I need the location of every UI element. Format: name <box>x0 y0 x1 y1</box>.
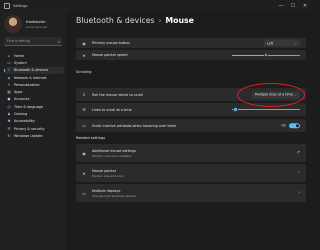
slider-thumb[interactable] <box>233 107 238 112</box>
primary-button-value: Left <box>267 41 274 45</box>
maximize-button[interactable]: ☐ <box>287 0 299 11</box>
sidebar-item-label: Bluetooth & devices <box>14 68 49 73</box>
shield-icon: ⛨ <box>7 126 11 131</box>
pointer-speed-slider[interactable] <box>232 52 300 58</box>
related-item-subtitle: Pointer size and color <box>92 173 125 178</box>
related-mouse-pointer[interactable]: ➤ Mouse pointer Pointer size and color › <box>76 164 306 182</box>
chevron-down-icon: ⌄ <box>294 41 297 45</box>
scrolling-section-header: Scrolling <box>76 70 92 74</box>
related-item-title: Additional mouse settings <box>92 148 137 153</box>
user-profile[interactable]: fredbaxter Local Account <box>4 15 47 33</box>
chevron-right-icon: › <box>298 190 300 196</box>
primary-button-row: ◉ Primary mouse button Left ⌄ <box>76 38 306 48</box>
inactive-scroll-toggle[interactable] <box>289 122 300 129</box>
sidebar-nav: ⌂ Home ▭ System ᛒ Bluetooth & devices ◈ … <box>4 52 64 140</box>
related-settings-header: Related settings <box>76 136 106 140</box>
avatar <box>4 15 22 33</box>
update-icon: ↻ <box>7 133 11 138</box>
related-item-title: Multiple displays <box>92 188 121 193</box>
lines-icon: ☰ <box>82 107 86 112</box>
sidebar-item-label: Accounts <box>14 97 30 102</box>
sidebar-item-label: Network & internet <box>14 75 47 80</box>
sidebar-item-system[interactable]: ▭ System <box>4 59 64 66</box>
page-title: Mouse <box>165 16 194 25</box>
related-additional-mouse-settings[interactable]: ◉ Additional mouse settings Pointer icon… <box>76 144 306 162</box>
home-icon: ⌂ <box>7 53 11 58</box>
sidebar-item-privacy-security[interactable]: ⛨ Privacy & security <box>4 125 64 132</box>
person-icon: ● <box>7 97 11 102</box>
sidebar-item-label: Apps <box>14 90 23 95</box>
display-icon: ▭ <box>7 60 11 65</box>
related-item-subtitle: Pointer icons and visibility <box>92 153 132 158</box>
toggle-knob <box>295 123 299 128</box>
primary-button-dropdown[interactable]: Left ⌄ <box>264 39 300 47</box>
sidebar-item-label: Privacy & security <box>14 126 45 131</box>
sidebar-item-network[interactable]: ◈ Network & internet <box>4 74 64 81</box>
inactive-scroll-label: Scroll inactive windows when hovering ov… <box>92 123 177 128</box>
accessibility-icon: ✱ <box>7 119 11 124</box>
pointer-speed-icon: ➤ <box>82 52 86 58</box>
lines-scroll-slider[interactable] <box>232 107 300 113</box>
window-icon: ▭ <box>82 123 86 128</box>
slider-thumb[interactable] <box>263 52 269 58</box>
slider-fill <box>232 54 266 56</box>
slider-track <box>232 109 300 110</box>
search-placeholder: Find a setting <box>7 39 30 43</box>
sidebar-item-accounts[interactable]: ● Accounts <box>4 96 64 103</box>
search-input[interactable]: Find a setting ⌕ <box>4 37 62 46</box>
apps-icon: ▦ <box>7 90 11 95</box>
sidebar-item-gaming[interactable]: ♟ Gaming <box>4 110 64 117</box>
brush-icon: ✎ <box>7 82 11 87</box>
breadcrumb-parent[interactable]: Bluetooth & devices <box>76 16 155 25</box>
display-icon: ▭ <box>82 190 86 196</box>
related-multiple-displays[interactable]: ▭ Multiple displays Change how windows a… <box>76 184 306 202</box>
mouse-icon: ◉ <box>82 150 86 156</box>
sidebar-item-personalization[interactable]: ✎ Personalization <box>4 81 64 88</box>
breadcrumb-separator: › <box>158 16 162 25</box>
globe-clock-icon: ◷ <box>7 104 11 109</box>
minimize-button[interactable]: — <box>275 0 287 11</box>
window-title: Settings <box>13 3 28 8</box>
sidebar-item-label: Accessibility <box>14 119 35 124</box>
settings-app-icon <box>4 2 10 9</box>
close-button[interactable]: ✕ <box>299 0 311 11</box>
pointer-speed-row: ➤ Mouse pointer speed <box>76 50 306 60</box>
related-item-subtitle: Change how windows appear <box>92 193 137 198</box>
profile-account-type: Local Account <box>26 25 47 29</box>
window-controls: — ☐ ✕ <box>275 0 311 11</box>
sidebar-item-bluetooth-devices[interactable]: ᛒ Bluetooth & devices <box>4 66 64 74</box>
gamepad-icon: ♟ <box>7 112 11 117</box>
sidebar-item-label: Gaming <box>14 112 28 117</box>
sidebar-item-accessibility[interactable]: ✱ Accessibility <box>4 118 64 125</box>
mouse-icon: ◉ <box>82 40 86 46</box>
sidebar-item-label: Time & language <box>14 104 43 109</box>
pointer-icon: ➤ <box>82 170 86 176</box>
profile-name: fredbaxter <box>26 19 46 24</box>
sidebar-item-windows-update[interactable]: ↻ Windows Update <box>4 132 64 139</box>
breadcrumb: Bluetooth & devices › Mouse <box>76 16 194 25</box>
sidebar-item-apps[interactable]: ▦ Apps <box>4 88 64 95</box>
sidebar-item-label: Personalization <box>14 82 40 87</box>
annotation-ellipse <box>237 83 305 107</box>
search-icon: ⌕ <box>57 38 60 44</box>
chevron-right-icon: › <box>298 170 300 176</box>
sidebar-item-label: Windows Update <box>14 133 43 138</box>
sidebar-item-label: Home <box>14 53 25 58</box>
main-content: Bluetooth & devices › Mouse ◉ Primary mo… <box>66 11 311 250</box>
sidebar-item-label: System <box>14 60 27 65</box>
title-bar: Settings — ☐ ✕ <box>0 0 311 11</box>
sidebar-item-home[interactable]: ⌂ Home <box>4 52 64 59</box>
related-item-title: Mouse pointer <box>92 168 117 173</box>
scroll-wheel-icon: ⇕ <box>82 92 86 97</box>
bluetooth-icon: ᛒ <box>7 68 11 73</box>
sidebar: fredbaxter Local Account Find a setting … <box>0 11 66 250</box>
sidebar-item-time-language[interactable]: ◷ Time & language <box>4 103 64 110</box>
toggle-state-label: On <box>281 123 286 128</box>
open-external-icon: ↗ <box>296 150 300 156</box>
wifi-icon: ◈ <box>7 75 11 80</box>
inactive-scroll-row: ▭ Scroll inactive windows when hovering … <box>76 119 306 132</box>
